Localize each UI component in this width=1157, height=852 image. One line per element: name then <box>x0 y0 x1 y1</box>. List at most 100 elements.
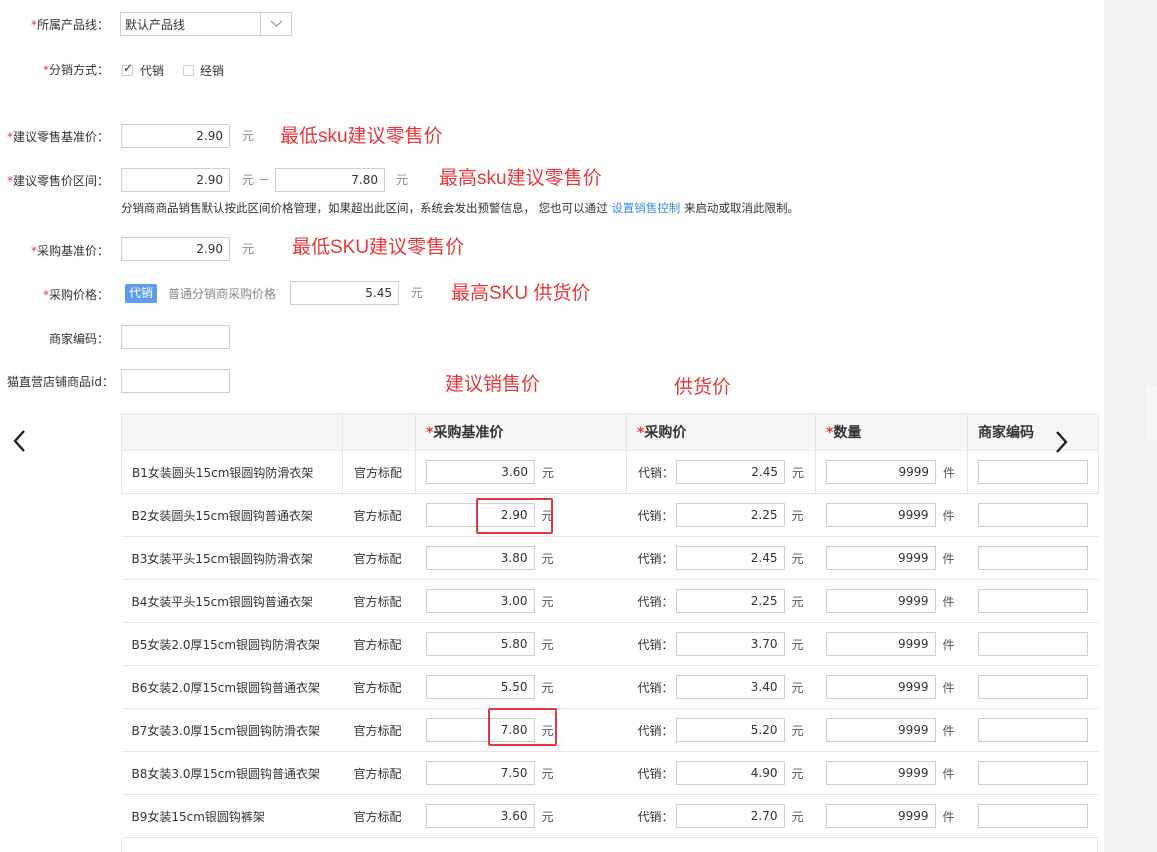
purchase-price-input[interactable]: 5.20 <box>675 718 785 742</box>
qty-input[interactable]: 9999 <box>825 546 936 570</box>
table-row: B1女装圆头15cm银圆钩防滑衣架 官方标配 3.60 元 代销： 2.45 元 9999 件 <box>121 450 1099 494</box>
purchase-cell: 代销： 3.70 元 <box>626 622 816 666</box>
sku-std: 官方标配 <box>342 708 416 752</box>
chevron-right-icon[interactable] <box>1052 427 1072 463</box>
qty-input[interactable]: 9999 <box>825 503 936 527</box>
qty-input[interactable]: 9999 <box>825 632 936 656</box>
sku-code-input[interactable] <box>977 632 1088 656</box>
annotation-max-retail: 最高sku建议零售价 <box>439 168 602 189</box>
sku-code-input[interactable] <box>977 761 1088 785</box>
dist-mode-reseller-label: 经销 <box>200 64 225 78</box>
qty-input[interactable]: 9999 <box>825 675 936 699</box>
side-tab[interactable] <box>1146 386 1157 440</box>
base-cell: 7.50 元 <box>415 751 627 795</box>
col-std-header <box>342 413 416 451</box>
base-unit: 元 <box>541 766 554 781</box>
sku-std: 官方标配 <box>342 450 416 494</box>
base-price-input[interactable]: 3.60 <box>426 460 535 484</box>
sku-name: B7女装3.0厚15cm银圆钩防滑衣架 <box>121 708 343 752</box>
base-price-input[interactable]: 3.60 <box>425 804 535 828</box>
qty-unit: 件 <box>942 508 955 523</box>
purchase-price-input[interactable]: 2.45 <box>676 460 785 484</box>
table-row: B4女装平头15cm银圆钩普通衣架 官方标配 3.00 元 代销： 2.25 元 9999 件 <box>121 579 1099 623</box>
merchant-code-input[interactable] <box>121 325 230 349</box>
sku-std: 官方标配 <box>342 493 416 537</box>
dist-mode-reseller-checkbox[interactable] <box>183 65 194 76</box>
base-price-input[interactable]: 5.80 <box>425 632 535 656</box>
purchase-unit: 元 <box>791 551 804 566</box>
qty-unit: 件 <box>942 680 955 695</box>
annotation-min-retail: 最低sku建议零售价 <box>280 126 443 147</box>
purchase-unit: 元 <box>791 508 804 523</box>
chevron-down-icon[interactable] <box>260 13 292 35</box>
purchase-base-label: *采购基准价： <box>30 244 109 258</box>
base-cell: 5.80 元 <box>415 622 627 666</box>
purchase-price-input[interactable]: 5.45 <box>290 281 399 305</box>
purchase-cell: 代销： 5.20 元 <box>626 708 816 752</box>
table-row: B7女装3.0厚15cm银圆钩防滑衣架 官方标配 7.80 元代销： 5.20 元 9999… <box>121 708 1099 752</box>
base-price-input[interactable]: 5.50 <box>425 675 535 699</box>
tmall-id-label-clip: 猫直营店铺商品id： <box>0 368 114 392</box>
purchase-cell: 代销： 2.70 元 <box>626 794 816 838</box>
retail-range-max-input[interactable]: 7.80 <box>275 168 385 192</box>
purchase-unit: 元 <box>792 465 805 480</box>
base-price-input[interactable]: 3.00 <box>425 589 535 613</box>
sku-code-input[interactable] <box>977 589 1088 613</box>
purchase-price-input[interactable]: 2.70 <box>675 804 785 828</box>
retail-range-min-input[interactable]: 2.90 <box>121 168 230 192</box>
purchase-unit: 元 <box>791 723 804 738</box>
sku-code-input[interactable] <box>977 503 1088 527</box>
purchase-price-input[interactable]: 3.70 <box>675 632 785 656</box>
range-note: 分销商商品销售默认按此区间价格管理，如果超出此区间，系统会发出预警信息， 您也可… <box>121 200 799 216</box>
sku-std: 官方标配 <box>342 751 416 795</box>
code-cell <box>967 665 1099 709</box>
purchase-price-input[interactable]: 4.90 <box>675 761 785 785</box>
base-price-input[interactable]: 3.80 <box>425 546 535 570</box>
purchase-cell: 代销： 2.25 元 <box>626 579 816 623</box>
retail-base-unit: 元 <box>242 129 255 143</box>
retail-base-input[interactable]: 2.90 <box>121 124 230 148</box>
tmall-id-input[interactable] <box>121 369 230 393</box>
qty-input[interactable]: 9999 <box>825 718 936 742</box>
sku-code-input[interactable] <box>977 546 1088 570</box>
table-row: B8女装3.0厚15cm银圆钩普通衣架 官方标配 7.50 元 代销： 4.90 元 9999… <box>121 751 1099 795</box>
product-line-select[interactable]: 默认产品线 <box>120 12 292 36</box>
qty-input[interactable]: 9999 <box>825 804 936 828</box>
qty-unit: 件 <box>942 766 955 781</box>
purchase-unit: 元 <box>791 594 804 609</box>
dist-mode-agent-checkbox[interactable] <box>122 61 133 76</box>
purchase-base-input[interactable]: 2.90 <box>121 237 230 261</box>
qty-input[interactable]: 9999 <box>826 460 936 484</box>
base-price-input[interactable]: 7.50 <box>425 761 535 785</box>
purchase-price-input[interactable]: 2.45 <box>675 546 785 570</box>
code-cell <box>967 794 1099 838</box>
qty-cell: 9999 件 <box>815 665 968 709</box>
purchase-unit: 元 <box>791 637 804 652</box>
highlight-max-base <box>488 708 557 746</box>
purchase-price-input[interactable]: 2.25 <box>675 503 785 527</box>
sales-control-link[interactable]: 设置销售控制 <box>611 201 680 215</box>
purchase-base-unit: 元 <box>242 242 255 256</box>
range-note-before: 分销商商品销售默认按此区间价格管理，如果超出此区间，系统会发出预警信息， 您也可… <box>121 201 608 215</box>
retail-range-label: *建议零售价区间： <box>6 174 109 188</box>
purchase-cell: 代销： 3.40 元 <box>626 665 816 709</box>
chevron-left-icon[interactable] <box>10 426 30 462</box>
sku-table: *采购基准价 *采购价 *数量 商家编码 B1女装圆头15cm银圆钩防滑衣架 官方… <box>121 413 1099 838</box>
sku-code-input[interactable] <box>977 718 1088 742</box>
sku-code-input[interactable] <box>977 675 1088 699</box>
purchase-price-unit: 元 <box>411 286 424 300</box>
sku-code-input[interactable] <box>977 804 1088 828</box>
agent-label: 代销： <box>637 809 674 824</box>
purchase-price-label: *采购价格： <box>42 288 109 302</box>
purchase-price-input[interactable]: 2.25 <box>675 589 785 613</box>
sku-code-input[interactable] <box>978 460 1088 484</box>
highlight-min-base <box>476 498 553 534</box>
qty-input[interactable]: 9999 <box>825 589 936 613</box>
purchase-cell: 代销： 2.45 元 <box>626 450 816 494</box>
purchase-price-input[interactable]: 3.40 <box>675 675 785 699</box>
merchant-code-label: 商家编码： <box>48 332 109 346</box>
product-line-label: *所属产品线： <box>30 18 109 32</box>
sku-name: B9女装15cm银圆钩裤架 <box>121 794 343 838</box>
qty-input[interactable]: 9999 <box>825 761 936 785</box>
base-unit: 元 <box>541 637 554 652</box>
